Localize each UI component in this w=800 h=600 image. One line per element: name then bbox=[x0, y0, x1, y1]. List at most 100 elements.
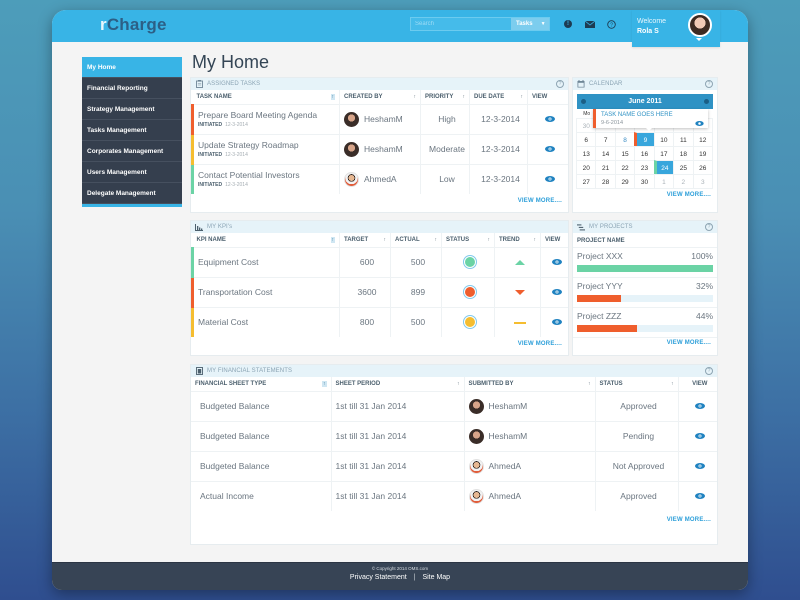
calendar-day[interactable]: 12 bbox=[692, 132, 713, 147]
eye-icon[interactable] bbox=[678, 390, 717, 421]
sidebar-item-my-home[interactable]: My Home bbox=[82, 57, 182, 78]
sheet-type-cell[interactable]: Budgeted Balance bbox=[191, 450, 332, 481]
column-header-actual[interactable]: ACTUAL ↑ bbox=[390, 233, 442, 247]
prev-month-button[interactable] bbox=[581, 99, 586, 104]
sort-icon[interactable]: ↑ bbox=[435, 237, 438, 243]
calendar-day[interactable]: 22 bbox=[614, 160, 636, 175]
calendar-day[interactable]: 21 bbox=[595, 160, 616, 175]
column-header-submitted-by[interactable]: SUBMITTED BY ↑ bbox=[464, 377, 596, 391]
eye-icon[interactable] bbox=[678, 420, 717, 451]
view-more-link[interactable]: VIEW MORE.... bbox=[573, 189, 717, 198]
sort-icon[interactable]: ↑ bbox=[588, 381, 591, 387]
calendar-day[interactable]: 30 bbox=[634, 174, 655, 189]
kpi-name-cell[interactable]: Transportation Cost bbox=[191, 276, 340, 307]
user-menu[interactable]: Welcome Rola S bbox=[632, 10, 720, 47]
calendar-day[interactable]: 26 bbox=[692, 160, 713, 175]
table-row[interactable]: Prepare Board Meeting Agenda INITIATED 12… bbox=[191, 103, 568, 134]
help-icon[interactable]: ? bbox=[606, 19, 616, 29]
sidebar-item-delegate-management[interactable]: Delegate Management bbox=[82, 183, 182, 204]
help-icon[interactable]: ? bbox=[705, 80, 713, 88]
calendar-day[interactable]: 19 bbox=[692, 146, 713, 161]
project-item[interactable]: Project YYY 32% bbox=[573, 277, 717, 307]
privacy-statement-link[interactable]: Privacy Statement bbox=[350, 574, 407, 581]
sort-icon[interactable]: ↑ bbox=[322, 381, 327, 387]
column-header-created-by[interactable]: CREATED BY ↑ bbox=[339, 90, 421, 104]
calendar-day[interactable]: 17 bbox=[653, 146, 675, 161]
table-row[interactable]: Transportation Cost 3600 899 bbox=[191, 276, 568, 307]
sidebar-item-tasks-management[interactable]: Tasks Management bbox=[82, 120, 182, 141]
calendar-day[interactable]: 8 bbox=[614, 132, 636, 147]
sheet-type-cell[interactable]: Actual Income bbox=[191, 480, 332, 511]
table-row[interactable]: Budgeted Balance 1st till 31 Jan 2014 He… bbox=[191, 390, 717, 421]
kpi-name-cell[interactable]: Equipment Cost bbox=[191, 246, 340, 277]
task-name-cell[interactable]: Update Strategy Roadmap INITIATED 12-3-20… bbox=[191, 133, 340, 164]
table-row[interactable]: Material Cost 800 500 bbox=[191, 306, 568, 337]
next-month-button[interactable] bbox=[704, 99, 709, 104]
project-item[interactable]: Project XXX 100% bbox=[573, 247, 717, 277]
help-icon[interactable]: ? bbox=[705, 223, 713, 231]
calendar-day[interactable]: 6 bbox=[576, 132, 597, 147]
calendar-day[interactable]: 24 bbox=[653, 160, 675, 175]
calendar-day[interactable]: 15 bbox=[614, 146, 636, 161]
column-header-status[interactable]: STATUS ↑ bbox=[441, 233, 495, 247]
calendar-day[interactable]: 14 bbox=[595, 146, 616, 161]
column-header-target[interactable]: TARGET ↑ bbox=[339, 233, 391, 247]
calendar-day[interactable]: 13 bbox=[576, 146, 597, 161]
view-more-link[interactable]: VIEW MORE.... bbox=[573, 337, 717, 346]
calendar-day[interactable]: 11 bbox=[673, 132, 694, 147]
eye-icon[interactable] bbox=[678, 450, 717, 481]
calendar-day[interactable]: 28 bbox=[595, 174, 616, 189]
sort-icon[interactable]: ↑ bbox=[330, 237, 335, 243]
site-map-link[interactable]: Site Map bbox=[422, 574, 450, 581]
calendar-day[interactable]: 16 bbox=[634, 146, 655, 161]
sidebar-item-financial-reporting[interactable]: Financial Reporting bbox=[82, 78, 182, 99]
column-header-trend[interactable]: TREND ↑ bbox=[494, 233, 541, 247]
column-header-priority[interactable]: PRIORITY ↑ bbox=[420, 90, 470, 104]
project-item[interactable]: Project ZZZ 44% bbox=[573, 307, 717, 337]
eye-icon[interactable] bbox=[527, 133, 568, 164]
eye-icon[interactable] bbox=[678, 480, 717, 511]
sheet-type-cell[interactable]: Budgeted Balance bbox=[191, 420, 332, 451]
view-more-link[interactable]: VIEW MORE.... bbox=[191, 511, 717, 523]
table-row[interactable]: Budgeted Balance 1st till 31 Jan 2014 He… bbox=[191, 420, 717, 451]
task-name-cell[interactable]: Prepare Board Meeting Agenda INITIATED 12… bbox=[191, 103, 340, 134]
help-icon[interactable]: ? bbox=[705, 367, 713, 375]
calendar-day[interactable]: 10 bbox=[653, 132, 675, 147]
eye-icon[interactable] bbox=[527, 103, 568, 134]
sort-icon[interactable]: ↑ bbox=[488, 237, 491, 243]
calendar-day[interactable]: 29 bbox=[614, 174, 636, 189]
alert-icon[interactable]: ! bbox=[563, 19, 573, 29]
search-scope-dropdown[interactable]: Tasks ▼ bbox=[511, 18, 549, 30]
sheet-type-cell[interactable]: Budgeted Balance bbox=[191, 390, 332, 421]
column-header-financial-sheet-type[interactable]: FINANCIAL SHEET TYPE ↑ bbox=[191, 377, 332, 391]
sort-icon[interactable]: ↑ bbox=[463, 94, 466, 100]
mail-icon[interactable] bbox=[585, 19, 595, 29]
help-icon[interactable]: ? bbox=[556, 80, 564, 88]
table-row[interactable]: Update Strategy Roadmap INITIATED 12-3-20… bbox=[191, 133, 568, 164]
eye-icon[interactable] bbox=[695, 113, 704, 131]
view-more-link[interactable]: VIEW MORE.... bbox=[191, 337, 568, 347]
table-row[interactable]: Actual Income 1st till 31 Jan 2014 Ahmed… bbox=[191, 480, 717, 511]
sort-icon[interactable]: ↑ bbox=[384, 237, 387, 243]
calendar-day[interactable]: 27 bbox=[576, 174, 597, 189]
column-header-due-date[interactable]: DUE DATE ↑ bbox=[469, 90, 528, 104]
calendar-day[interactable]: 9 bbox=[634, 132, 655, 147]
sort-icon[interactable]: ↑ bbox=[534, 237, 537, 243]
sidebar-item-corporates-management[interactable]: Corporates Management bbox=[82, 141, 182, 162]
sidebar-item-strategy-management[interactable]: Strategy Management bbox=[82, 99, 182, 120]
column-header-kpi-name[interactable]: KPI NAME ↑ bbox=[192, 233, 340, 247]
calendar-day[interactable]: 25 bbox=[673, 160, 694, 175]
sort-icon[interactable]: ↑ bbox=[414, 94, 417, 100]
eye-icon[interactable] bbox=[540, 246, 568, 277]
view-more-link[interactable]: VIEW MORE.... bbox=[191, 194, 568, 204]
calendar-day[interactable]: 18 bbox=[673, 146, 694, 161]
sort-icon[interactable]: ↑ bbox=[330, 94, 335, 100]
calendar-day[interactable]: 1 bbox=[653, 174, 675, 189]
column-header-status[interactable]: STATUS ↑ bbox=[595, 377, 679, 391]
eye-icon[interactable] bbox=[540, 276, 568, 307]
eye-icon[interactable] bbox=[527, 163, 568, 194]
task-name-cell[interactable]: Contact Potential Investors INITIATED 12-… bbox=[191, 163, 340, 194]
sidebar-item-users-management[interactable]: Users Management bbox=[82, 162, 182, 183]
task-popup[interactable]: TASK NAME GOES HERE 9-6-2014 bbox=[593, 109, 708, 131]
calendar-day[interactable]: 3 bbox=[692, 174, 713, 189]
